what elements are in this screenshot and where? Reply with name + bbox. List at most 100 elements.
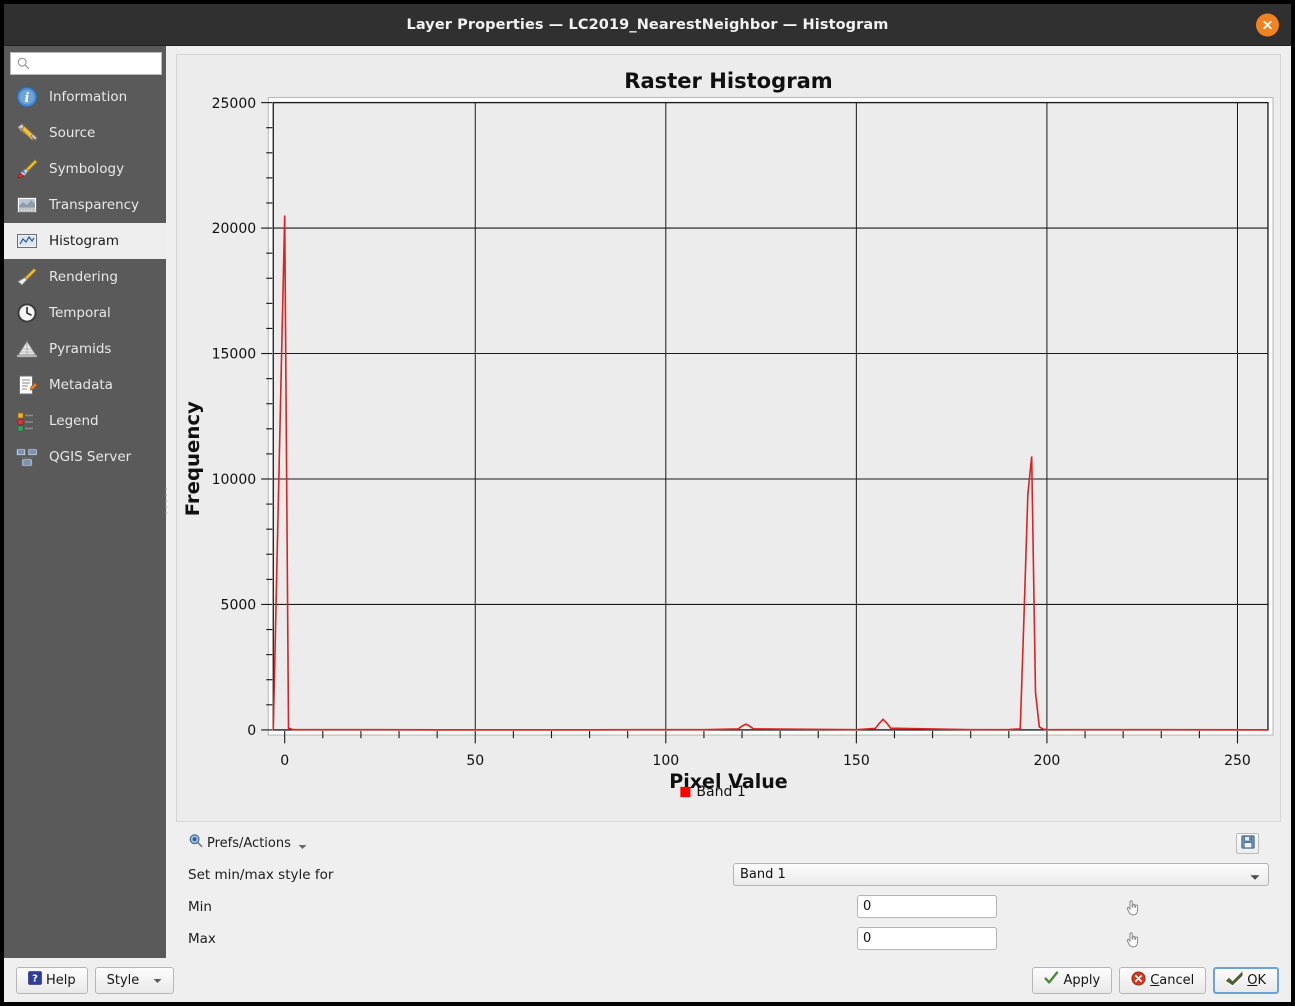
min-input[interactable] bbox=[857, 895, 997, 918]
transparency-icon bbox=[15, 193, 39, 217]
ok-icon bbox=[1226, 971, 1243, 989]
sidebar-item-label: Temporal bbox=[49, 305, 111, 321]
footer-right-buttons: Apply Cancel OK bbox=[1032, 966, 1279, 994]
temporal-icon bbox=[15, 301, 39, 325]
y-tick-label: 25000 bbox=[212, 96, 257, 112]
sidebar-item-label: Transparency bbox=[49, 197, 140, 213]
sidebar: i Information Source Symbology Transpare… bbox=[4, 46, 184, 958]
sidebar-item-label: Pyramids bbox=[49, 341, 112, 357]
apply-label: Apply bbox=[1063, 972, 1101, 988]
minmax-style-label: Set min/max style for bbox=[188, 866, 334, 883]
sidebar-item-rendering[interactable]: Rendering bbox=[4, 259, 166, 295]
search-box[interactable] bbox=[10, 52, 184, 75]
help-button[interactable]: ? Help bbox=[16, 966, 88, 994]
sidebar-item-histogram[interactable]: Histogram bbox=[4, 223, 166, 259]
band-select[interactable]: Band 1 bbox=[733, 863, 1269, 886]
check-icon bbox=[1044, 970, 1059, 990]
source-icon bbox=[15, 121, 39, 145]
legend-label: Band 1 bbox=[696, 784, 745, 800]
x-tick-label: 200 bbox=[1034, 753, 1061, 769]
prefs-actions-button[interactable]: Prefs/Actions bbox=[188, 833, 307, 854]
sidebar-item-label: QGIS Server bbox=[49, 449, 132, 465]
save-button[interactable] bbox=[1236, 832, 1259, 854]
search-container bbox=[4, 46, 184, 79]
chart-title: Raster Histogram bbox=[624, 69, 832, 94]
y-tick-label: 0 bbox=[247, 723, 256, 739]
y-tick-label: 15000 bbox=[212, 347, 257, 363]
sidebar-item-label: Symbology bbox=[49, 161, 125, 177]
magnifier-icon bbox=[188, 833, 204, 853]
footer-left-buttons: ? Help Style bbox=[16, 966, 175, 994]
x-tick-label: 250 bbox=[1224, 753, 1251, 769]
ok-button[interactable]: OK bbox=[1213, 966, 1279, 994]
apply-button[interactable]: Apply bbox=[1032, 966, 1113, 994]
window-title: Layer Properties — LC2019_NearestNeighbo… bbox=[406, 16, 889, 33]
sidebar-item-label: Metadata bbox=[49, 377, 113, 393]
style-button[interactable]: Style bbox=[94, 966, 175, 994]
sidebar-item-information[interactable]: i Information bbox=[4, 79, 166, 115]
min-label: Min bbox=[188, 898, 212, 915]
search-icon bbox=[17, 57, 30, 70]
sidebar-resize-handle[interactable] bbox=[164, 485, 168, 519]
sidebar-item-pyramids[interactable]: Pyramids bbox=[4, 331, 166, 367]
ok-label: OK bbox=[1247, 972, 1266, 988]
sidebar-item-transparency[interactable]: Transparency bbox=[4, 187, 166, 223]
sidebar-item-symbology[interactable]: Symbology bbox=[4, 151, 166, 187]
save-icon bbox=[1240, 834, 1255, 853]
metadata-icon bbox=[15, 373, 39, 397]
legend-icon bbox=[15, 409, 39, 433]
max-input[interactable] bbox=[857, 927, 997, 950]
histogram-plot[interactable]: Raster Histogram 0 5000 10000 15000 20000 250… bbox=[176, 54, 1281, 822]
y-axis-label: Frequency bbox=[181, 401, 204, 516]
max-label: Max bbox=[188, 930, 216, 947]
sidebar-item-temporal[interactable]: Temporal bbox=[4, 295, 166, 331]
sidebar-item-label: Source bbox=[49, 125, 96, 141]
layer-properties-dialog: Layer Properties — LC2019_NearestNeighbo… bbox=[4, 4, 1291, 1002]
prefs-actions-label: Prefs/Actions bbox=[207, 835, 291, 851]
help-label: Help bbox=[46, 972, 76, 988]
band-select-wrap: Band 1 bbox=[733, 863, 1269, 886]
dialog-body: i Information Source Symbology Transpare… bbox=[4, 46, 1291, 958]
sidebar-item-label: Legend bbox=[49, 413, 99, 429]
histogram-icon bbox=[15, 229, 39, 253]
y-tick-label: 5000 bbox=[221, 597, 257, 613]
pyramids-icon bbox=[15, 337, 39, 361]
title-bar: Layer Properties — LC2019_NearestNeighbo… bbox=[4, 4, 1291, 46]
pointer-hand-icon[interactable] bbox=[1121, 928, 1143, 950]
x-tick-label: 100 bbox=[652, 753, 679, 769]
histogram-controls: Prefs/Actions Set min/max style for Band… bbox=[176, 822, 1281, 958]
chevron-down-icon bbox=[298, 839, 307, 854]
x-tick-label: 150 bbox=[843, 753, 870, 769]
cancel-label: Cancel bbox=[1150, 972, 1195, 988]
x-tick-label: 0 bbox=[280, 753, 289, 769]
sidebar-item-metadata[interactable]: Metadata bbox=[4, 367, 166, 403]
sidebar-item-label: Histogram bbox=[49, 233, 120, 249]
help-icon: ? bbox=[28, 971, 42, 989]
min-row: Min bbox=[188, 891, 1273, 922]
pointer-hand-icon[interactable] bbox=[1121, 896, 1143, 918]
sidebar-item-qgis-server[interactable]: QGIS Server bbox=[4, 439, 166, 475]
sidebar-item-legend[interactable]: Legend bbox=[4, 403, 166, 439]
sidebar-filler bbox=[4, 475, 166, 958]
style-label: Style bbox=[106, 972, 140, 988]
max-row: Max bbox=[188, 923, 1273, 954]
svg-text:?: ? bbox=[32, 974, 38, 985]
chevron-down-icon bbox=[153, 973, 162, 988]
symbology-icon bbox=[15, 157, 39, 181]
minmax-style-row: Set min/max style for Band 1 bbox=[188, 859, 1273, 890]
rendering-icon bbox=[15, 265, 39, 289]
cancel-icon bbox=[1131, 970, 1146, 990]
histogram-svg: Raster Histogram 0 5000 10000 15000 20000 250… bbox=[177, 55, 1280, 821]
search-input[interactable] bbox=[30, 54, 184, 73]
sidebar-item-source[interactable]: Source bbox=[4, 115, 166, 151]
svg-text:i: i bbox=[25, 91, 30, 106]
close-icon[interactable] bbox=[1256, 13, 1279, 36]
y-tick-label: 20000 bbox=[212, 221, 257, 237]
sidebar-item-label: Rendering bbox=[49, 269, 118, 285]
legend-swatch bbox=[680, 786, 691, 798]
qgis-server-icon bbox=[15, 445, 39, 469]
cancel-button[interactable]: Cancel bbox=[1119, 966, 1207, 994]
prefs-row: Prefs/Actions bbox=[188, 828, 1273, 858]
main-panel: Raster Histogram 0 5000 10000 15000 20000 250… bbox=[166, 46, 1291, 958]
information-icon: i bbox=[15, 85, 39, 109]
